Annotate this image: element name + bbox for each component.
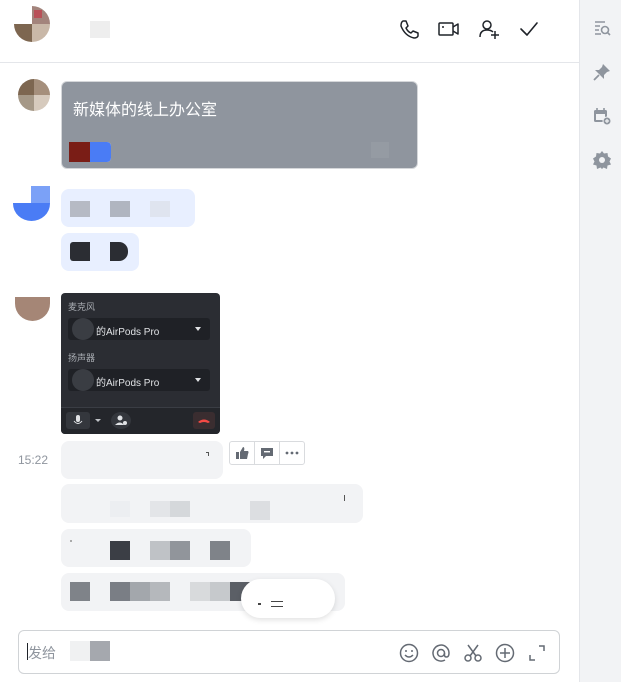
mention-icon[interactable] xyxy=(430,642,452,664)
chevron-down-icon xyxy=(95,419,101,422)
checkmark-icon[interactable] xyxy=(518,18,540,40)
mic-label: 麦克风 xyxy=(68,302,96,312)
mic-select: 的AirPods Pro xyxy=(68,318,210,340)
sender-avatar[interactable] xyxy=(13,186,50,221)
settings-gear-icon[interactable] xyxy=(592,150,612,170)
message-input-placeholder: 发给 xyxy=(28,645,56,661)
message-bubble[interactable] xyxy=(61,441,223,479)
device-settings-image[interactable]: 麦克风 的AirPods Pro 扬声器 的AirPods Pro xyxy=(61,293,220,434)
group-avatar[interactable] xyxy=(14,6,50,42)
participants-icon xyxy=(111,412,131,429)
message-bubble[interactable] xyxy=(61,189,195,227)
phone-icon[interactable] xyxy=(398,18,420,40)
comment-icon[interactable] xyxy=(258,445,276,461)
sender-avatar[interactable] xyxy=(18,79,50,111)
video-icon[interactable] xyxy=(437,18,461,40)
right-sidebar xyxy=(579,0,621,682)
hangup-icon xyxy=(193,412,215,429)
chat-header xyxy=(0,0,579,63)
message-bubble[interactable] xyxy=(61,529,251,567)
speaker-value: 的AirPods Pro xyxy=(96,378,160,389)
calendar-add-icon[interactable] xyxy=(592,106,612,126)
more-icon[interactable] xyxy=(283,445,301,461)
new-message-pill[interactable] xyxy=(241,579,335,618)
add-member-icon[interactable] xyxy=(478,18,500,40)
meeting-card[interactable]: 新媒体的线上办公室 xyxy=(61,81,418,169)
pin-icon[interactable] xyxy=(592,62,612,82)
card-title: 新媒体的线上办公室 xyxy=(73,102,218,119)
search-history-icon[interactable] xyxy=(592,18,612,38)
thumbs-up-icon[interactable] xyxy=(233,445,251,461)
microphone-icon xyxy=(66,412,90,429)
message-bubble[interactable] xyxy=(61,484,363,523)
chat-title xyxy=(90,21,110,38)
reaction-toolbar xyxy=(229,441,305,465)
card-app-icon xyxy=(69,142,111,162)
expand-icon[interactable] xyxy=(526,642,548,664)
speaker-label: 扬声器 xyxy=(68,353,96,363)
sender-avatar[interactable] xyxy=(15,297,50,321)
scissors-icon[interactable] xyxy=(462,642,484,664)
speaker-select: 的AirPods Pro xyxy=(68,369,210,391)
chat-main: 新媒体的线上办公室 麦克风 的AirPods Pro 扬声器 的AirPods xyxy=(0,0,579,682)
message-timestamp: 15:22 xyxy=(18,453,49,467)
add-circle-icon[interactable] xyxy=(494,642,516,664)
mic-value: 的AirPods Pro xyxy=(96,327,160,338)
recipient-name xyxy=(70,641,90,661)
emoji-icon[interactable] xyxy=(398,642,420,664)
device-toolbar xyxy=(61,407,220,434)
message-bubble[interactable] xyxy=(61,233,139,271)
